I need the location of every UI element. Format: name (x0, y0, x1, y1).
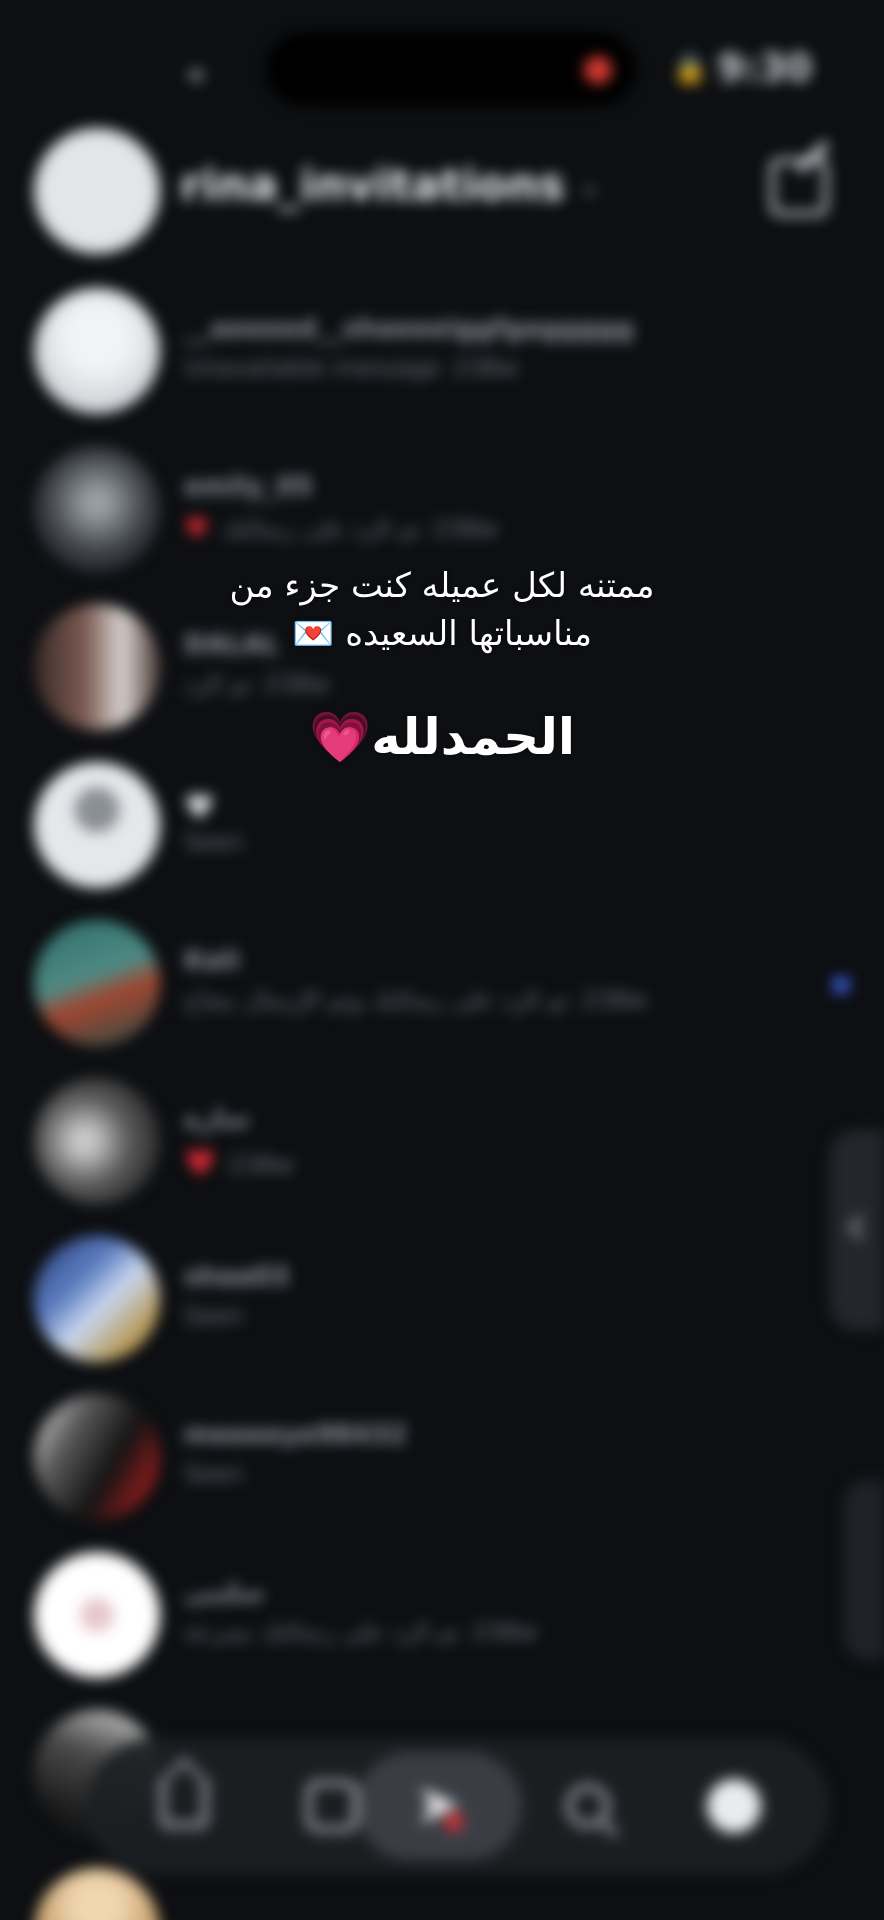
conversation-preview: تم الرد 238w (184, 670, 330, 698)
conversation-row[interactable]: emily_05 ♥ تم الرد على رسالتك 238w (0, 430, 884, 588)
conversation-row[interactable]: ♥ Seen (0, 746, 884, 904)
status-back-indicator: ◂ (186, 56, 202, 91)
conversation-preview: Seen (184, 1460, 244, 1488)
compose-icon[interactable] (770, 158, 828, 216)
conversation-preview: Unavailable message 238w (184, 354, 518, 382)
conversation-row[interactable]: meeeeye98432 Seen (0, 1378, 884, 1536)
preview-time: 238w (471, 1618, 538, 1646)
conversation-name: ♥ (184, 788, 215, 828)
conversation-name: Kali (184, 946, 240, 976)
lock-icon: 🔒 (672, 51, 708, 85)
reels-icon (306, 1780, 358, 1832)
conversation-preview: Seen (184, 1302, 244, 1330)
conversation-name: emily_05 (184, 472, 313, 502)
conversation-name: meeeeye98432 (184, 1420, 407, 1450)
blurred-inbox: ◂ 🔒 9:30 rina_invitations ⌄ __aeeeed__sh… (0, 0, 884, 1920)
dynamic-island (266, 32, 636, 106)
preview-time: 238w (228, 1150, 294, 1179)
avatar (34, 1868, 160, 1920)
preview-time: 238w (432, 514, 499, 543)
preview-text: Seen (184, 1460, 244, 1488)
conversation-preview: Seen (184, 828, 244, 856)
conversation-name: __aeeeed__shaeeeiggfgaggggg (184, 314, 634, 344)
conversation-row[interactable]: __aeeeed__shaeeeiggfgaggggg Unavailable … (0, 272, 884, 430)
avatar (34, 1394, 160, 1520)
notification-badge (445, 1812, 464, 1831)
chevron-down-icon: ⌄ (578, 170, 601, 201)
bottom-nav: ➤ (86, 1738, 830, 1874)
preview-text: تم الرد على رسالتك (221, 514, 421, 543)
conversation-preview: ♥ 238w (184, 1144, 294, 1185)
conversation-preview: ♥ تم الرد على رسالتك 238w (184, 512, 498, 545)
search-icon (566, 1784, 610, 1828)
chevron-left-icon: ‹ (844, 1190, 868, 1260)
preview-time: 238w (264, 670, 330, 698)
messages-icon: ➤ (414, 1771, 464, 1837)
conversation-name: سلمى (184, 1578, 264, 1608)
preview-time: 238w (452, 354, 519, 382)
overlay-caption-line-2: مناسباتها السعيده 💌 (292, 614, 592, 654)
avatar (34, 288, 160, 414)
status-time: 🔒 9:30 (673, 46, 812, 90)
conversation-row[interactable]: Kali تم الرد على رسالتك وتم الإرسال بنجا… (0, 904, 884, 1062)
side-panel-handle[interactable]: ‹ (830, 1130, 884, 1330)
nav-reels[interactable] (292, 1766, 372, 1846)
recording-indicator (584, 56, 612, 84)
avatar (34, 1236, 160, 1362)
nav-messages[interactable]: ➤ (398, 1764, 478, 1844)
home-icon (160, 1784, 208, 1828)
profile-icon (707, 1779, 761, 1833)
preview-text: تم الرد (184, 670, 253, 698)
avatar (34, 762, 160, 888)
unread-indicator (832, 976, 850, 994)
conversation-row[interactable]: سلمى تم الرد على رسالتك بسرعة 238w (0, 1536, 884, 1694)
conversation-row[interactable]: سارة ♥ 238w (0, 1062, 884, 1220)
preview-text: Unavailable message (184, 354, 441, 382)
screen: ◂ 🔒 9:30 rina_invitations ⌄ __aeeeed__sh… (0, 0, 884, 1920)
avatar (34, 1078, 160, 1204)
nav-home[interactable] (144, 1766, 224, 1846)
overlay-caption-line-1: ممتنه لكل عميله كنت جزء من (229, 566, 655, 606)
preview-time: 238w (581, 986, 648, 1014)
time-label: 9:30 (717, 46, 812, 90)
account-switcher[interactable]: rina_invitations ⌄ (180, 160, 600, 211)
preview-text: تم الرد على رسالتك بسرعة (184, 1618, 460, 1646)
heart-icon: ♥ (184, 512, 210, 545)
nav-search[interactable] (548, 1766, 628, 1846)
conversation-preview: تم الرد على رسالتك وتم الإرسال بنجاح 238… (184, 986, 647, 1014)
conversation-preview: تم الرد على رسالتك بسرعة 238w (184, 1618, 537, 1646)
heart-icon: ♥ (184, 1144, 217, 1185)
header-avatar[interactable] (34, 128, 160, 254)
preview-text: Seen (184, 1302, 244, 1330)
account-username: rina_invitations (180, 160, 565, 211)
conversation-row[interactable]: shaa03 Seen (0, 1220, 884, 1378)
conversation-name: shaa03 (184, 1262, 290, 1292)
nav-profile[interactable] (694, 1766, 774, 1846)
floating-bubble[interactable] (844, 1480, 884, 1660)
conversation-name: سارة (184, 1104, 250, 1134)
avatar (34, 446, 160, 572)
avatar (34, 1552, 160, 1678)
preview-text: Seen (184, 828, 244, 856)
preview-text: تم الرد على رسالتك وتم الإرسال بنجاح (184, 986, 570, 1014)
avatar (34, 920, 160, 1046)
overlay-caption-line-3: الحمدلله💗 (308, 708, 576, 766)
